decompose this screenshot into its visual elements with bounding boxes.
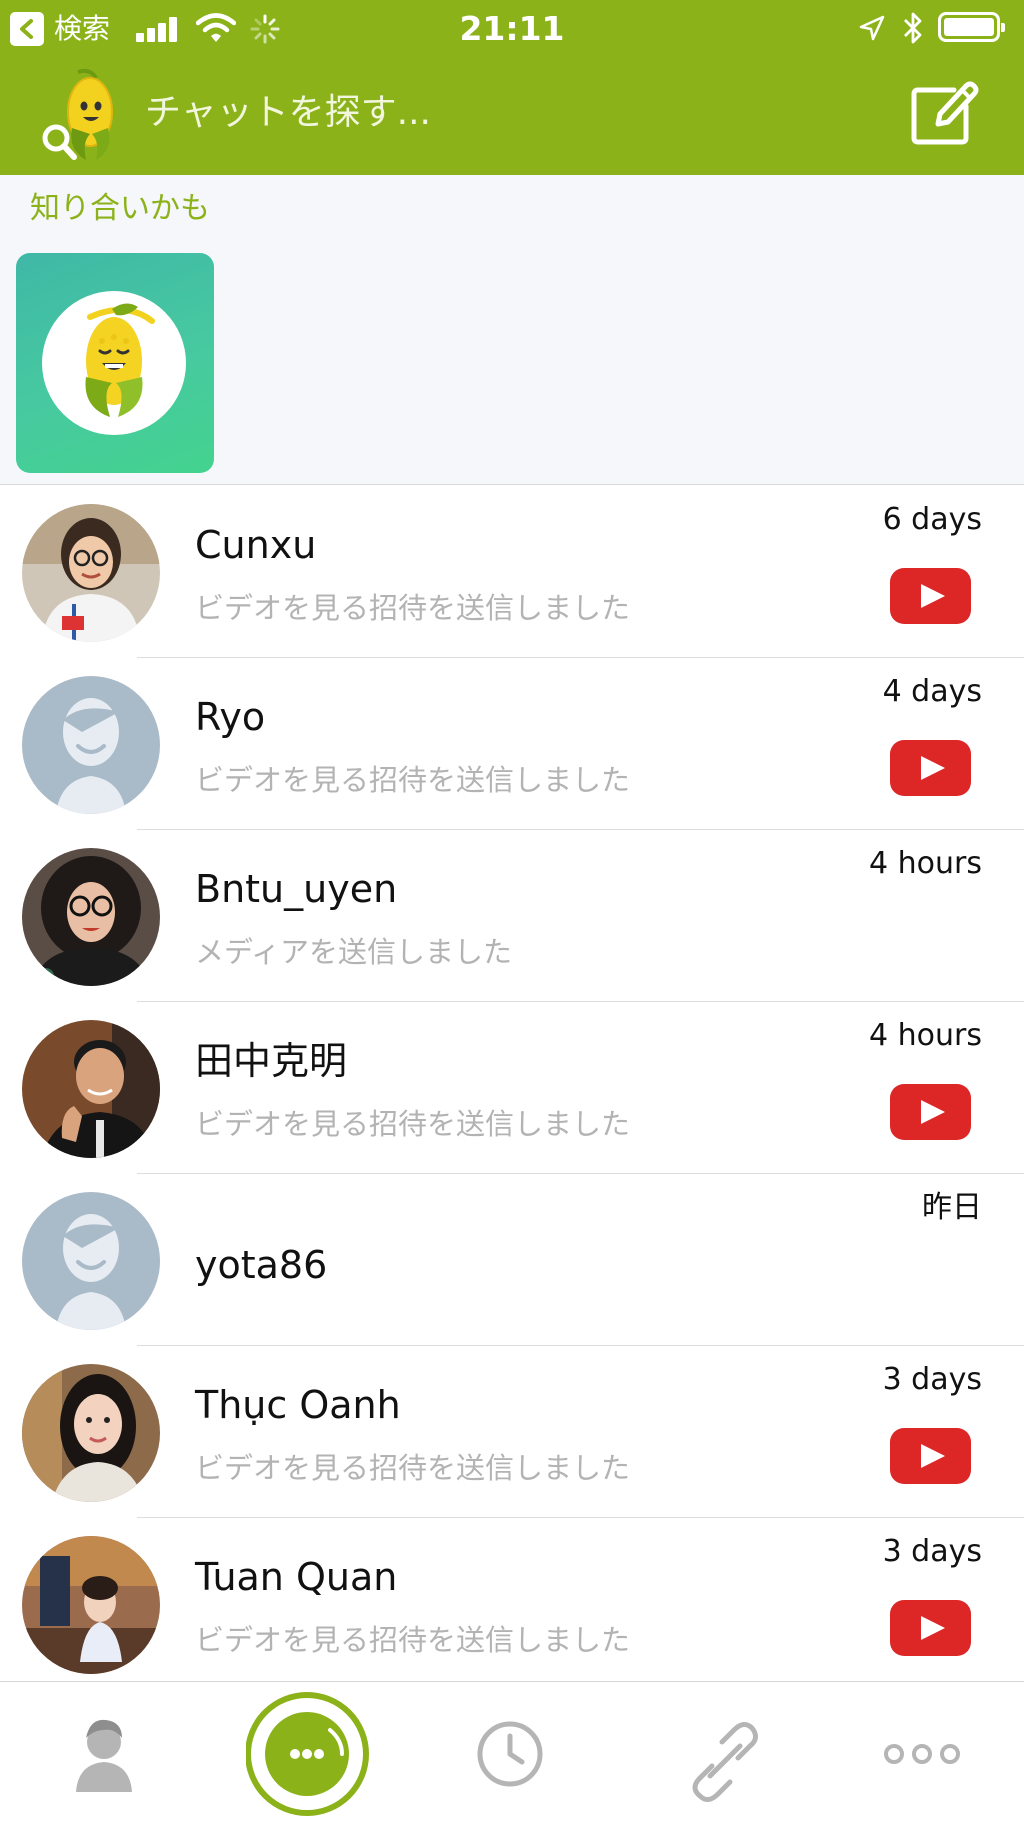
contact-name: yota86 — [195, 1243, 328, 1287]
chat-row[interactable]: Ryo ビデオを見る招待を送信しました 4 days — [0, 658, 1024, 830]
message-time: 6 days — [882, 502, 982, 537]
suggested-contact-avatar — [42, 291, 186, 435]
avatar — [22, 1364, 160, 1502]
suggested-contact-card[interactable] — [16, 253, 214, 473]
corn-mascot-icon — [85, 303, 155, 417]
suggested-contacts-title: 知り合いかも — [30, 191, 210, 226]
contact-name: 田中克明 — [195, 1039, 348, 1083]
message-time: 3 days — [882, 1534, 982, 1569]
chat-row[interactable]: Bntu_uyen メディアを送信しました 4 hours — [0, 830, 1024, 1002]
person-icon — [76, 1719, 132, 1792]
link-icon — [692, 1722, 758, 1802]
last-message: ビデオを見る招待を送信しました — [195, 763, 631, 797]
youtube-play-icon[interactable] — [890, 740, 971, 796]
youtube-play-icon[interactable] — [890, 1084, 971, 1140]
contact-name: Tuan Quan — [195, 1555, 398, 1599]
clock-icon — [477, 1721, 543, 1787]
chat-row[interactable]: yota86 昨日 — [0, 1174, 1024, 1346]
tab-chats[interactable] — [245, 1682, 372, 1822]
chat-bubble-icon — [245, 1692, 369, 1816]
message-time: 3 days — [882, 1362, 982, 1397]
contact-name: Ryo — [195, 695, 266, 739]
youtube-play-icon[interactable] — [890, 1428, 971, 1484]
tab-links[interactable] — [672, 1682, 762, 1822]
chat-list: Cunxu ビデオを見る招待を送信しました 6 days Ryo ビデオを見る招… — [0, 486, 1024, 1681]
chat-row[interactable]: Tuan Quan ビデオを見る招待を送信しました 3 days — [0, 1518, 1024, 1681]
chat-search-input[interactable]: チャットを探す... — [145, 90, 431, 136]
last-message: ビデオを見る招待を送信しました — [195, 591, 631, 625]
top-bar: 検索 21:11 チャットを探す... — [0, 0, 1024, 175]
last-message: ビデオを見る招待を送信しました — [195, 1623, 631, 1657]
chat-row[interactable]: 田中克明 ビデオを見る招待を送信しました 4 hours — [0, 1002, 1024, 1174]
youtube-play-icon[interactable] — [890, 568, 971, 624]
message-time: 4 hours — [869, 1018, 982, 1053]
chat-row[interactable]: Thục Oanh ビデオを見る招待を送信しました 3 days — [0, 1346, 1024, 1518]
tab-history[interactable] — [470, 1682, 550, 1822]
contact-name: Cunxu — [195, 523, 317, 567]
battery-icon — [938, 12, 1005, 42]
chat-header: チャットを探す... — [0, 56, 1024, 175]
last-message: メディアを送信しました — [195, 935, 512, 969]
avatar — [22, 1536, 160, 1674]
message-time: 4 days — [882, 674, 982, 709]
last-message: ビデオを見る招待を送信しました — [195, 1451, 631, 1485]
bluetooth-icon — [904, 12, 922, 44]
contact-name: Thục Oanh — [195, 1383, 401, 1427]
tab-contacts[interactable] — [56, 1682, 152, 1822]
avatar — [22, 848, 160, 986]
location-arrow-icon — [859, 15, 885, 41]
youtube-play-icon[interactable] — [890, 1600, 971, 1656]
message-time: 4 hours — [869, 846, 982, 881]
avatar — [22, 1020, 160, 1158]
chat-row[interactable]: Cunxu ビデオを見る招待を送信しました 6 days — [0, 486, 1024, 658]
last-message: ビデオを見る招待を送信しました — [195, 1107, 631, 1141]
more-dots-icon — [884, 1744, 960, 1764]
avatar — [22, 504, 160, 642]
mascot-search-icon[interactable] — [38, 68, 124, 164]
suggested-contacts: 知り合いかも — [0, 175, 1024, 485]
bottom-tab-bar — [0, 1681, 1024, 1822]
message-time: 昨日 — [922, 1190, 982, 1225]
default-avatar-icon — [22, 1192, 160, 1330]
contact-name: Bntu_uyen — [195, 867, 398, 911]
tab-more[interactable] — [880, 1682, 964, 1822]
status-bar: 検索 21:11 — [0, 0, 1024, 56]
default-avatar-icon — [22, 676, 160, 814]
compose-icon[interactable] — [908, 76, 980, 148]
